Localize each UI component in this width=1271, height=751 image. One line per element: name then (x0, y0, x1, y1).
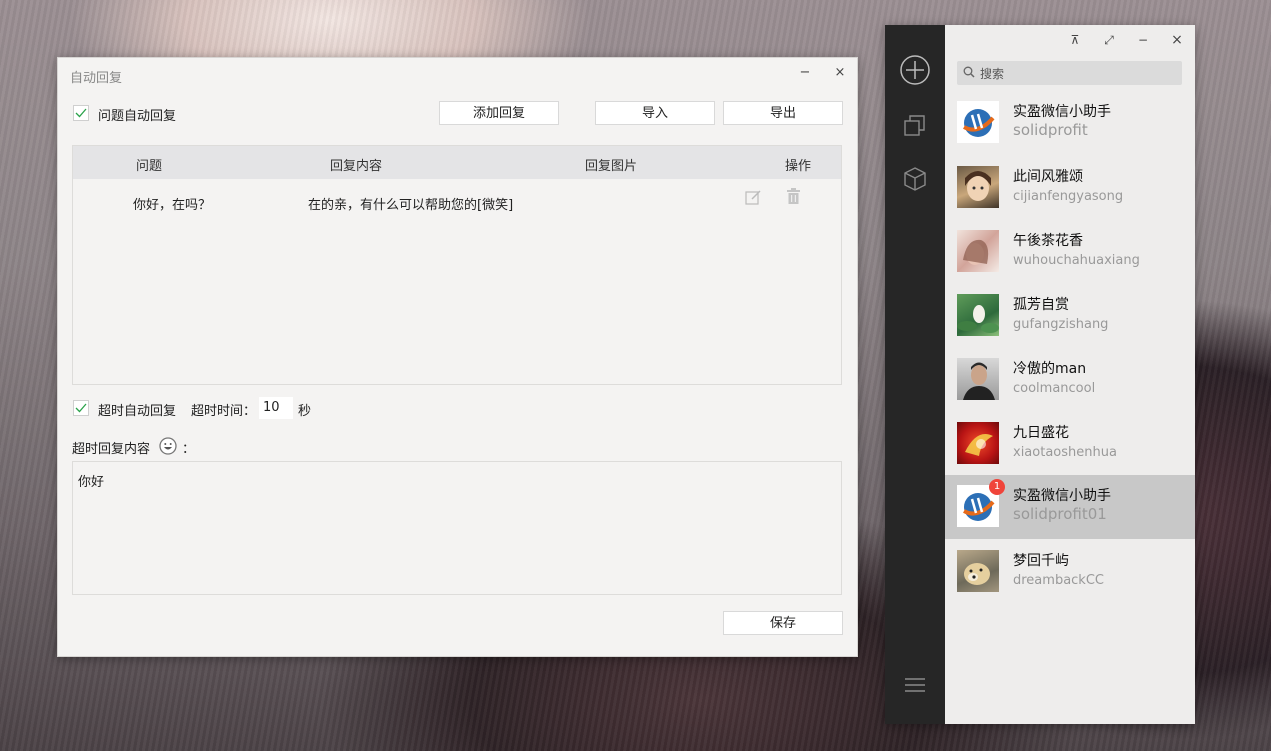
avatar (957, 166, 999, 208)
lotus-flower-icon (957, 305, 999, 333)
contact-name: 此间风雅颂 (1013, 169, 1083, 185)
table-header: 问题 回复内容 回复图片 操作 (73, 146, 841, 179)
contact-id: gufangzishang (1013, 317, 1109, 332)
close-button[interactable]: × (830, 63, 850, 83)
colon: ： (182, 442, 196, 457)
check-icon (75, 403, 87, 413)
solidprofit-logo-icon (963, 109, 995, 137)
minimize-button[interactable]: − (795, 63, 815, 83)
contact-item[interactable]: 实盈微信小助手 solidprofit (945, 91, 1195, 155)
header-actions: 操作 (785, 159, 812, 174)
contact-item[interactable]: 冷傲的man coolmancool (945, 348, 1195, 412)
contact-item[interactable]: 九日盛花 xiaotaoshenhua (945, 412, 1195, 476)
search-input[interactable]: 搜索 (957, 61, 1182, 85)
header-reply-image: 回复图片 (585, 159, 638, 174)
contact-item[interactable]: 孤芳自赏 gufangzishang (945, 284, 1195, 348)
copy-icon[interactable] (904, 115, 926, 137)
contact-name: 孤芳自赏 (1013, 297, 1069, 313)
avatar (957, 550, 999, 592)
question-auto-reply-checkbox[interactable] (73, 105, 89, 121)
avatar (957, 422, 999, 464)
close-button[interactable]: × (1167, 30, 1187, 50)
contact-name: 冷傲的man (1013, 361, 1087, 377)
timeout-unit: 秒 (298, 404, 312, 419)
dialog-title: 自动回复 (70, 71, 123, 86)
import-button[interactable]: 导入 (595, 101, 715, 125)
contact-id: wuhouchahuaxiang (1013, 253, 1140, 268)
contact-name: 梦回千屿 (1013, 553, 1069, 569)
anime-girl-icon (965, 171, 991, 201)
header-question: 问题 (136, 159, 163, 174)
delete-icon[interactable] (785, 187, 802, 205)
contact-name: 九日盛花 (1013, 425, 1069, 441)
contact-id: solidprofit01 (1013, 505, 1107, 523)
avatar (957, 358, 999, 400)
avatar (957, 294, 999, 336)
contact-id: dreambackCC (1013, 573, 1104, 588)
add-icon[interactable] (900, 55, 930, 85)
pin-button[interactable]: ⊼ (1065, 30, 1085, 50)
box-icon[interactable] (904, 167, 926, 191)
contact-item[interactable]: 午後茶花香 wuhouchahuaxiang (945, 220, 1195, 284)
red-abstract-icon (965, 434, 993, 456)
unread-badge: 1 (989, 479, 1005, 495)
contact-item[interactable]: 此间风雅颂 cijianfengyasong (945, 156, 1195, 220)
edit-icon[interactable] (745, 189, 762, 206)
contact-item[interactable]: 梦回千屿 dreambackCC (945, 540, 1195, 604)
timeout-content-textarea[interactable]: 你好 (72, 461, 842, 595)
restore-button[interactable]: ⤢ (1099, 30, 1119, 50)
menu-icon[interactable] (905, 677, 925, 693)
question-auto-reply-label: 问题自动回复 (98, 109, 177, 124)
timeout-label: 超时时间： (191, 404, 257, 419)
search-icon (963, 66, 975, 78)
contact-id: xiaotaoshenhua (1013, 445, 1117, 460)
timeout-content-label: 超时回复内容 (72, 442, 151, 457)
timeout-auto-reply-label: 超时自动回复 (98, 404, 177, 419)
minimize-button[interactable]: − (1133, 30, 1153, 50)
dog-photo-icon (964, 563, 990, 585)
contact-id: coolmancool (1013, 381, 1096, 396)
check-icon (75, 108, 87, 118)
chat-sidebar (885, 25, 945, 724)
man-portrait-icon (963, 362, 995, 400)
add-reply-button[interactable]: 添加回复 (439, 101, 559, 125)
auto-reply-dialog: 自动回复 − × 问题自动回复 添加回复 导入 导出 问题 回复内容 回复图片 … (57, 57, 858, 657)
contact-id: solidprofit (1013, 121, 1088, 139)
contact-name: 实盈微信小助手 (1013, 488, 1111, 504)
contact-name: 午後茶花香 (1013, 233, 1083, 249)
contact-panel: ⊼ ⤢ − × 搜索 实盈微信小助手 solidprofit 此间风雅颂 cij… (945, 25, 1195, 724)
emoji-icon[interactable] (159, 437, 177, 455)
contact-id: cijianfengyasong (1013, 189, 1124, 204)
timeout-auto-reply-checkbox[interactable] (73, 400, 89, 416)
avatar (957, 230, 999, 272)
header-reply-content: 回复内容 (330, 159, 383, 174)
contact-item-selected[interactable]: 1 实盈微信小助手 solidprofit01 (945, 475, 1195, 539)
row-question: 你好，在吗？ (133, 198, 212, 213)
chat-window: ⊼ ⤢ − × 搜索 实盈微信小助手 solidprofit 此间风雅颂 cij… (885, 25, 1195, 724)
reply-table: 问题 回复内容 回复图片 操作 你好，在吗？ 在的亲，有什么可以帮助您的[微笑] (72, 145, 842, 385)
timeout-input[interactable]: 10 (259, 397, 293, 419)
save-button[interactable]: 保存 (723, 611, 843, 635)
woman-portrait-icon (963, 239, 989, 265)
search-placeholder: 搜索 (980, 67, 1005, 81)
export-button[interactable]: 导出 (723, 101, 843, 125)
row-reply: 在的亲，有什么可以帮助您的[微笑] (308, 198, 514, 213)
avatar (957, 101, 999, 143)
contact-name: 实盈微信小助手 (1013, 104, 1111, 120)
